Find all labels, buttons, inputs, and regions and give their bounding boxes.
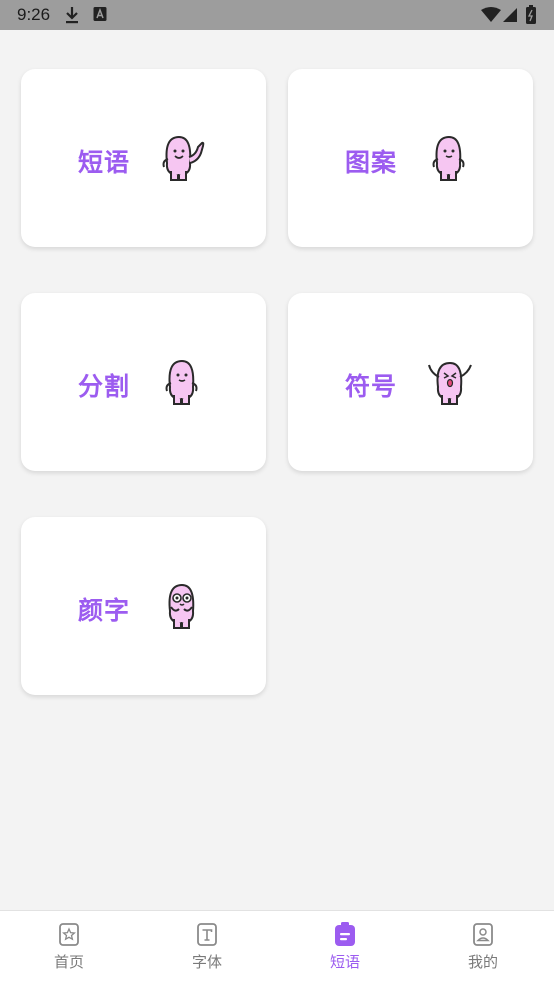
wifi-icon: [480, 7, 502, 27]
tab-home[interactable]: 首页: [0, 911, 138, 984]
tab-label: 短语: [329, 953, 360, 971]
battery-icon: [526, 5, 536, 28]
tab-font[interactable]: 字体: [138, 911, 276, 984]
mascot-icon: [428, 135, 472, 187]
card-kaomoji[interactable]: 颜字: [21, 517, 266, 695]
card-label: 短语: [78, 148, 131, 177]
card-label: 颜字: [78, 596, 131, 625]
bottom-tab-bar: 首页 字体 短语 我的: [0, 910, 554, 984]
card-label: 图案: [345, 148, 398, 177]
tab-phrase[interactable]: 短语: [276, 911, 414, 984]
card-divider[interactable]: 分割: [21, 293, 266, 471]
tab-label: 字体: [191, 953, 222, 971]
card-label: 符号: [345, 372, 398, 401]
status-time: 9:26: [17, 5, 51, 24]
download-icon: [64, 6, 80, 28]
phrase-icon: [333, 922, 357, 952]
card-symbol[interactable]: 符号: [288, 293, 533, 471]
card-pattern[interactable]: 图案: [288, 69, 533, 247]
home-star-icon: [57, 922, 81, 952]
signal-icon: [502, 7, 518, 27]
card-phrase[interactable]: 短语: [21, 69, 266, 247]
tab-label: 首页: [53, 953, 84, 971]
mascot-icon: [161, 359, 205, 411]
glasses-mascot-icon: [161, 583, 205, 635]
notification-a-icon: [93, 6, 107, 26]
profile-icon: [471, 922, 495, 952]
tab-label: 我的: [467, 953, 498, 971]
tab-profile[interactable]: 我的: [414, 911, 552, 984]
waving-mascot-icon: [158, 135, 210, 187]
status-bar: 9:26: [0, 0, 554, 30]
font-icon: [195, 922, 219, 952]
card-label: 分割: [78, 372, 131, 401]
cheering-mascot-icon: [425, 359, 477, 411]
